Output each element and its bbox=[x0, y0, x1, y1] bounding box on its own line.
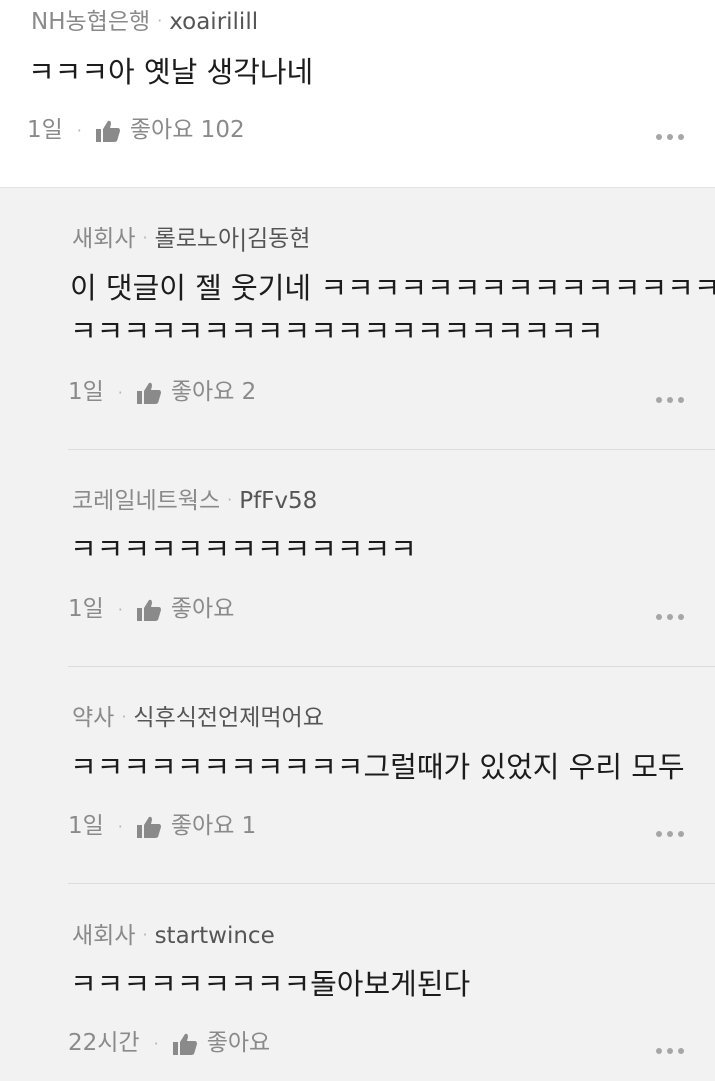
like-button[interactable]: 좋아요 bbox=[172, 1030, 271, 1056]
reply-time: 1일 bbox=[68, 596, 104, 622]
like-button[interactable]: 좋아요 2 bbox=[136, 379, 257, 405]
divider bbox=[68, 449, 715, 450]
reply-footer: 1일 · 좋아요 1 bbox=[68, 815, 256, 838]
comment-text: ㅋㅋㅋ아 옛날 생각나네 bbox=[28, 55, 314, 89]
reply-footer: 1일 · 좋아요 bbox=[68, 598, 234, 621]
meta-separator: · bbox=[142, 228, 148, 247]
footer-separator: · bbox=[76, 120, 82, 140]
reply-meta: 코레일네트웍스 · PfFv58 bbox=[72, 490, 317, 513]
reply-author[interactable]: PfFv58 bbox=[239, 488, 317, 514]
reply-text-line: ㅋㅋㅋㅋㅋㅋㅋㅋㅋㅋㅋㅋㅋㅋㅋㅋㅋㅋㅋㅋ bbox=[70, 314, 604, 348]
reply-source: 새회사 bbox=[72, 226, 136, 252]
meta-separator: · bbox=[142, 925, 148, 944]
reply-author[interactable]: 롤로노아|김동현 bbox=[155, 226, 311, 252]
divider bbox=[68, 666, 715, 667]
like-label: 좋아요 2 bbox=[170, 379, 257, 405]
like-button[interactable]: 좋아요 1 bbox=[136, 813, 257, 839]
reply-footer: 22시간 · 좋아요 bbox=[68, 1032, 270, 1055]
reply-author[interactable]: 식후식전언제먹어요 bbox=[133, 705, 323, 731]
thumbs-up-icon bbox=[136, 599, 161, 621]
reply-author[interactable]: startwince bbox=[155, 923, 275, 949]
footer-separator: · bbox=[153, 1033, 159, 1053]
reply-text-line: ㅋㅋㅋㅋㅋㅋㅋㅋㅋㅋㅋㅋㅋ bbox=[70, 532, 417, 566]
comment-time: 1일 bbox=[27, 117, 63, 143]
divider bbox=[68, 883, 715, 884]
comment-meta: NH농협은행 · xoairilill bbox=[31, 11, 258, 34]
comment-author[interactable]: xoairilill bbox=[169, 9, 258, 35]
comment-source: NH농협은행 bbox=[31, 9, 151, 35]
thumbs-up-icon bbox=[172, 1033, 197, 1055]
like-label: 좋아요 bbox=[170, 596, 235, 622]
meta-separator: · bbox=[121, 707, 127, 726]
like-label: 좋아요 102 bbox=[129, 117, 245, 143]
reply-meta: 새회사 · startwince bbox=[72, 925, 275, 948]
thumbs-up-icon bbox=[95, 120, 120, 142]
meta-separator: · bbox=[157, 11, 163, 30]
reply-source: 약사 bbox=[72, 705, 115, 731]
reply-time: 22시간 bbox=[68, 1030, 140, 1056]
thumbs-up-icon bbox=[136, 382, 161, 404]
comment-footer: 1일 · 좋아요 102 bbox=[27, 119, 245, 142]
more-options-icon[interactable] bbox=[656, 134, 684, 140]
reply-source: 새회사 bbox=[72, 923, 136, 949]
reply-source: 코레일네트웍스 bbox=[72, 488, 221, 514]
like-label: 좋아요 1 bbox=[170, 813, 257, 839]
footer-separator: · bbox=[117, 382, 123, 402]
reply-text-line: 이 댓글이 젤 웃기네 ㅋㅋㅋㅋㅋㅋㅋㅋㅋㅋㅋㅋㅋㅋㅋㅋ bbox=[70, 271, 715, 305]
thumbs-up-icon bbox=[136, 816, 161, 838]
meta-separator: · bbox=[227, 490, 233, 509]
reply-meta: 약사 · 식후식전언제먹어요 bbox=[72, 707, 324, 730]
reply-time: 1일 bbox=[68, 813, 104, 839]
like-button[interactable]: 좋아요 102 bbox=[95, 117, 245, 143]
like-button[interactable]: 좋아요 bbox=[136, 596, 235, 622]
reply-time: 1일 bbox=[68, 379, 104, 405]
footer-separator: · bbox=[117, 599, 123, 619]
reply-footer: 1일 · 좋아요 2 bbox=[68, 381, 256, 404]
more-options-icon[interactable] bbox=[656, 614, 684, 620]
reply-text-line: ㅋㅋㅋㅋㅋㅋㅋㅋㅋ돌아보게된다 bbox=[70, 967, 471, 1001]
reply-text-line: ㅋㅋㅋㅋㅋㅋㅋㅋㅋㅋㅋ그럴때가 있었지 우리 모두 bbox=[70, 750, 685, 784]
comment-item: NH농협은행 · xoairilill ㅋㅋㅋ아 옛날 생각나네 1일 · 좋아요 … bbox=[0, 0, 715, 188]
footer-separator: · bbox=[117, 816, 123, 836]
reply-meta: 새회사 · 롤로노아|김동현 bbox=[72, 228, 310, 251]
like-label: 좋아요 bbox=[206, 1030, 271, 1056]
more-options-icon[interactable] bbox=[656, 397, 684, 403]
more-options-icon[interactable] bbox=[656, 831, 684, 837]
more-options-icon[interactable] bbox=[656, 1048, 684, 1054]
